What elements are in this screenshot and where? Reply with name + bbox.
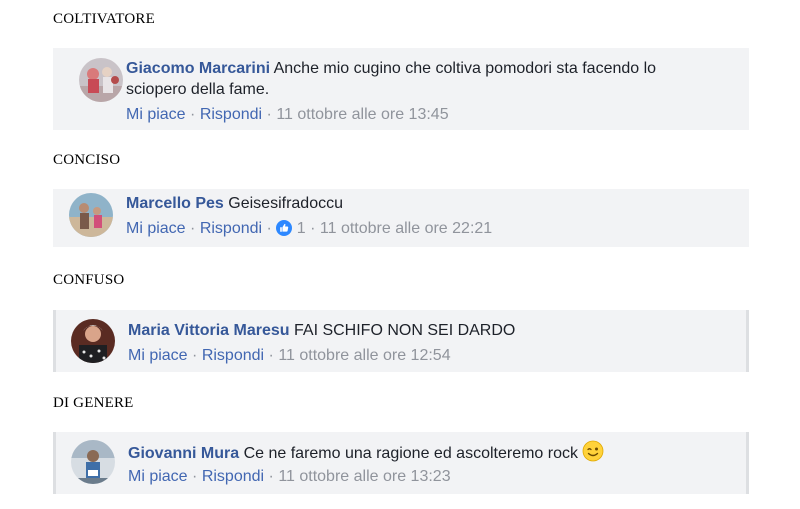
separator: · xyxy=(310,220,316,237)
like-button[interactable]: Mi piace xyxy=(126,220,186,237)
separator: · xyxy=(266,220,272,237)
like-reaction-icon[interactable] xyxy=(276,220,293,236)
reply-button[interactable]: Rispondi xyxy=(202,468,264,485)
comment-maria-vittoria-maresu: Maria Vittoria Maresu FAI SCHIFO NON SEI… xyxy=(53,310,749,372)
comment-body: Giovanni Mura Ce ne faremo una ragione e… xyxy=(128,440,604,464)
separator: · xyxy=(192,468,198,485)
separator: · xyxy=(190,106,196,123)
comment-text: Ce ne faremo una ragione ed ascolteremo … xyxy=(243,445,578,462)
timestamp-link[interactable]: 11 ottobre alle ore 22:21 xyxy=(320,220,492,237)
reply-button[interactable]: Rispondi xyxy=(200,220,262,237)
comment-actions: Mi piace · Rispondi · 11 ottobre alle or… xyxy=(128,467,451,487)
author-name-link[interactable]: Giacomo Marcarini xyxy=(126,60,270,77)
author-name-link[interactable]: Giovanni Mura xyxy=(128,445,239,462)
comment-giacomo-marcarini: Giacomo Marcarini Anche mio cugino che c… xyxy=(53,48,749,130)
reply-button[interactable]: Rispondi xyxy=(200,106,262,123)
comment-text: Geisesifradoccu xyxy=(228,195,343,212)
comment-actions: Mi piace · Rispondi · 11 ottobre alle or… xyxy=(128,346,451,366)
separator: · xyxy=(192,347,198,364)
avatar[interactable] xyxy=(71,440,115,484)
avatar[interactable] xyxy=(79,58,123,102)
section-heading-coltivatore: COLTIVATORE xyxy=(53,11,155,27)
wink-emoji-icon xyxy=(582,440,604,462)
like-button[interactable]: Mi piace xyxy=(128,468,188,485)
author-name-link[interactable]: Maria Vittoria Maresu xyxy=(128,322,290,339)
comment-actions: Mi piace · Rispondi · 11 ottobre alle or… xyxy=(126,105,449,125)
comment-text: FAI SCHIFO NON SEI DARDO xyxy=(294,322,516,339)
comment-actions: Mi piace · Rispondi · 1 · 11 ottobre all… xyxy=(126,219,492,239)
reply-button[interactable]: Rispondi xyxy=(202,347,264,364)
separator: · xyxy=(268,468,274,485)
comment-marcello-pes: Marcello Pes Geisesifradoccu Mi piace · … xyxy=(53,189,749,247)
timestamp-link[interactable]: 11 ottobre alle ore 13:45 xyxy=(276,106,448,123)
comment-body: Giacomo Marcarini Anche mio cugino che c… xyxy=(126,58,656,79)
timestamp-link[interactable]: 11 ottobre alle ore 13:23 xyxy=(278,468,450,485)
comment-giovanni-mura: Giovanni Mura Ce ne faremo una ragione e… xyxy=(53,432,749,494)
comment-text: Anche mio cugino che coltiva pomodori st… xyxy=(273,60,657,77)
section-heading-conciso: CONCISO xyxy=(53,152,121,168)
reaction-count[interactable]: 1 xyxy=(297,220,306,237)
like-button[interactable]: Mi piace xyxy=(126,106,186,123)
like-button[interactable]: Mi piace xyxy=(128,347,188,364)
separator: · xyxy=(266,106,272,123)
section-heading-confuso: CONFUSO xyxy=(53,272,125,288)
avatar[interactable] xyxy=(71,319,115,363)
separator: · xyxy=(268,347,274,364)
comment-body: Marcello Pes Geisesifradoccu xyxy=(126,193,343,214)
comment-body: Maria Vittoria Maresu FAI SCHIFO NON SEI… xyxy=(128,320,515,341)
avatar[interactable] xyxy=(69,193,113,237)
separator: · xyxy=(190,220,196,237)
timestamp-link[interactable]: 11 ottobre alle ore 12:54 xyxy=(278,347,450,364)
author-name-link[interactable]: Marcello Pes xyxy=(126,195,224,212)
comment-text-continued: sciopero della fame. xyxy=(126,81,270,98)
section-heading-di-genere: DI GENERE xyxy=(53,395,134,411)
